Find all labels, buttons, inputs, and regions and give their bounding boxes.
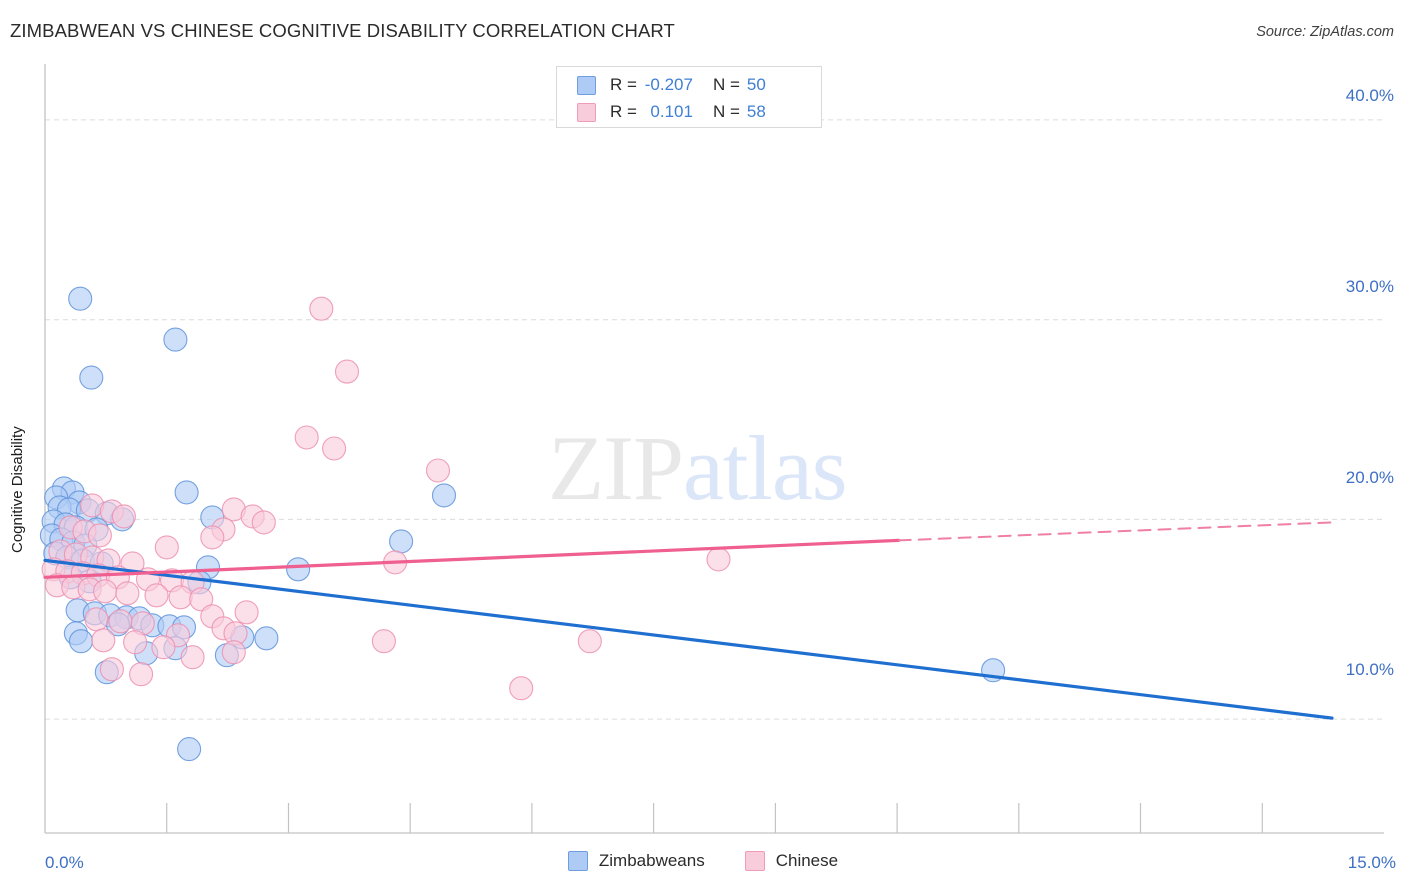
data-point [431, 483, 457, 508]
stats-row: R = -0.207 N = 50 [577, 72, 766, 98]
correlation-stats-box: R = -0.207 N = 50 R = 0.101 N = 58 [556, 66, 822, 128]
trendline-extension-chinese [897, 521, 1333, 542]
y-tick-label: 10.0% [1345, 660, 1394, 679]
data-point [144, 583, 169, 608]
n-label: N = [712, 102, 740, 121]
r-label: R = [610, 102, 637, 121]
legend-label-zimbabweans: Zimbabweans [598, 851, 705, 870]
y-tick-label: 40.0% [1345, 86, 1394, 105]
legend-swatch-chinese [744, 851, 765, 871]
scatter-plot [39, 64, 1384, 834]
data-point [177, 737, 202, 762]
series-swatch-zimbabweans [577, 75, 596, 95]
n-value: 58 [746, 102, 766, 121]
data-point [294, 425, 319, 450]
data-point [309, 296, 334, 321]
data-point [168, 585, 193, 610]
data-point [79, 365, 104, 390]
data-point [68, 629, 94, 654]
r-value: -0.207 [644, 75, 693, 94]
data-point [115, 581, 140, 606]
legend-item-chinese[interactable]: Chinese [744, 851, 839, 871]
n-label: N = [712, 75, 740, 94]
data-point [87, 523, 112, 548]
y-tick-label: 30.0% [1345, 277, 1394, 296]
y-tick-label: 20.0% [1345, 468, 1394, 487]
data-point [334, 359, 360, 384]
data-point [123, 630, 148, 655]
data-point [322, 436, 347, 461]
data-point [163, 327, 188, 352]
data-point [389, 529, 414, 554]
data-point [425, 458, 451, 483]
stats-row: R = 0.101 N = 58 [577, 99, 766, 125]
chart-legend: Zimbabweans Chinese [0, 851, 1406, 871]
legend-swatch-zimbabweans [567, 851, 588, 871]
data-point [68, 286, 93, 311]
data-point [251, 510, 276, 535]
data-point [234, 600, 259, 625]
data-point [200, 525, 225, 550]
data-point [180, 645, 205, 670]
series-swatch-chinese [577, 102, 596, 122]
data-point [91, 628, 116, 653]
r-label: R = [610, 75, 637, 94]
series-points-chinese [41, 296, 731, 701]
chart-page: ZIMBABWEAN VS CHINESE COGNITIVE DISABILI… [0, 0, 1406, 892]
data-point [93, 579, 118, 604]
data-point [286, 557, 311, 582]
data-point [706, 547, 731, 572]
r-value: 0.101 [650, 102, 693, 121]
data-point [509, 676, 534, 701]
data-point [108, 609, 133, 634]
legend-label-chinese: Chinese [775, 851, 839, 870]
data-point [371, 629, 396, 654]
data-point [151, 635, 176, 660]
data-point [111, 504, 136, 529]
data-point [154, 535, 179, 560]
data-point [221, 640, 246, 665]
data-point [577, 629, 602, 654]
data-point [99, 657, 124, 682]
n-value: 50 [746, 75, 766, 94]
data-point [84, 607, 109, 632]
legend-item-zimbabweans[interactable]: Zimbabweans [567, 851, 705, 871]
data-point [174, 480, 199, 505]
data-point [254, 626, 279, 651]
data-point [129, 662, 154, 687]
